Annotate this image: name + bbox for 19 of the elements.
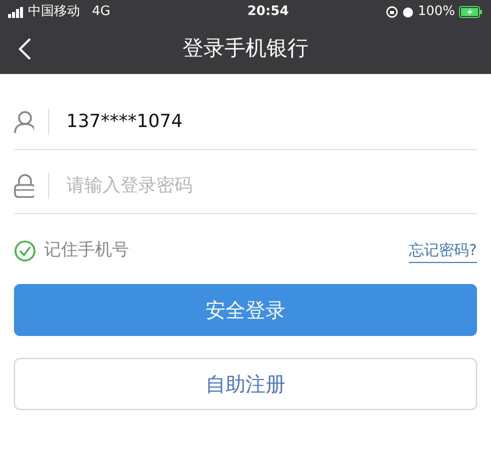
remember-label[interactable]: 记住手机号 bbox=[44, 238, 129, 264]
phone-field[interactable]: 137****1074 bbox=[66, 108, 478, 135]
register-button[interactable]: 自助注册 bbox=[14, 358, 477, 410]
forgot-password-link[interactable]: 忘记密码? bbox=[409, 239, 477, 262]
carrier-name: 中国移动 bbox=[28, 3, 80, 22]
lock-icon bbox=[14, 174, 34, 198]
battery-percent: 100% bbox=[418, 3, 455, 22]
status-time: 20:54 bbox=[247, 3, 289, 22]
login-button[interactable]: 安全登录 bbox=[14, 284, 477, 336]
password-field[interactable]: 请输入登录密码 bbox=[66, 172, 478, 199]
rotation-lock-icon bbox=[386, 6, 398, 18]
check-icon[interactable] bbox=[14, 240, 36, 262]
user-icon bbox=[14, 110, 34, 134]
signal-icon bbox=[8, 6, 24, 18]
alarm-icon bbox=[402, 6, 414, 18]
battery-icon bbox=[458, 6, 483, 18]
network-type: 4G bbox=[92, 3, 110, 22]
page-title: 登录手机银行 bbox=[182, 35, 308, 62]
back-icon[interactable] bbox=[18, 37, 32, 61]
